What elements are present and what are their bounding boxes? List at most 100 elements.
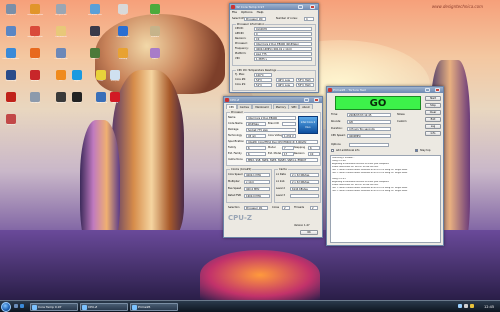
tab-mainboard[interactable]: Mainboard	[252, 104, 272, 109]
cpu-field-label: Ext. Family	[228, 152, 242, 155]
desktop-icon-windows-live[interactable]: Windows Live	[88, 4, 102, 16]
cpuz-window[interactable]: CPU-Z CPU Caches Mainboard Memory SPD About P…	[223, 96, 323, 238]
desktop-icon-filezilla[interactable]: FileZilla	[6, 92, 16, 104]
prime-field-value: 2008/07/03 12:45	[347, 113, 391, 117]
prime-clear-button[interactable]: Clear	[425, 110, 441, 115]
prime-info-button[interactable]: Info	[425, 131, 441, 136]
desktop-icon-acrobat[interactable]: Acrobat	[30, 70, 40, 82]
desktop-icon-label: Pictures	[151, 36, 159, 38]
close-button[interactable]	[435, 88, 440, 92]
select-cpu-dropdown[interactable]: Processor #0	[244, 17, 266, 21]
desktop-icon-shortcut[interactable]: Shortcut	[6, 114, 16, 126]
coretemp-title-bar[interactable]: 32 Core Temp 0.97	[230, 4, 318, 10]
prime-mode-label: Stress	[397, 113, 405, 116]
options-dropdown[interactable]	[349, 143, 389, 147]
desktop-icon-documents[interactable]: Documents	[55, 26, 67, 38]
tab-spd[interactable]: SPD	[288, 104, 300, 109]
desktop-icon-label: Media Player	[116, 36, 130, 38]
stay-top-checkbox[interactable]	[415, 149, 418, 152]
desktop-icon-vlc[interactable]: VLC	[56, 70, 66, 82]
desktop-icon-media-player[interactable]: Media Player	[117, 26, 129, 38]
menu-options[interactable]: Options	[241, 10, 253, 14]
start-button[interactable]	[1, 302, 11, 312]
close-button[interactable]	[310, 5, 315, 9]
go-status-banner: GO	[335, 96, 421, 110]
prime-exit-button[interactable]: Exit	[425, 117, 441, 122]
desktop-icon-network[interactable]: Network	[6, 26, 16, 38]
selection-dropdown[interactable]: Processor #1	[244, 206, 268, 210]
minimize-button[interactable]	[298, 5, 303, 9]
desktop-icon-terminal[interactable]: Terminal	[72, 92, 82, 104]
desktop-icon-opera[interactable]: Opera	[110, 92, 120, 104]
add-info-checkbox[interactable]	[331, 149, 334, 152]
menu-file[interactable]: File	[232, 10, 237, 14]
desktop-icon-utorrent[interactable]: uTorrent	[150, 4, 160, 16]
prime-log-button[interactable]: Log	[425, 124, 441, 129]
proc-info-label: APICID:	[235, 32, 245, 35]
processor-info-heading: Processor Information	[236, 23, 266, 26]
cpuz-ok-button[interactable]: OK	[300, 230, 318, 235]
prime95-title-bar[interactable]: Prime95 - Torture Test	[327, 87, 443, 93]
cpu-field-label: Stepping	[294, 146, 306, 149]
tab-cpu[interactable]: CPU	[226, 104, 238, 109]
prime95-title: Prime95 - Torture Test	[333, 88, 366, 92]
desktop-icon-label: Music	[152, 58, 158, 60]
desktop-icon-photoshop[interactable]: Photoshop	[6, 70, 16, 82]
desktop-icon-label: Shortcut	[6, 124, 16, 126]
desktop-icon-music[interactable]: Music	[150, 48, 160, 60]
desktop-icon-steam[interactable]: Steam	[90, 26, 100, 38]
volume-tray-icon[interactable]	[464, 304, 468, 308]
desktop-icon-google-chrome[interactable]: Google Chrome	[27, 26, 43, 38]
coretemp-window[interactable]: 32 Core Temp 0.97 File Options Help Select…	[229, 3, 319, 93]
desktop-icon-label: Steam	[91, 36, 99, 38]
desktop-icon-internet-explorer[interactable]: Internet Explorer	[3, 48, 19, 60]
network-tray-icon[interactable]	[458, 304, 462, 308]
cpu-field-value: Intel(R) Core(TM)2 Duo CPU E8400 @ 3.00G…	[246, 140, 318, 144]
desktop-icon-firefox[interactable]: Firefox	[30, 48, 40, 60]
quicklaunch-desktop-icon[interactable]	[14, 304, 18, 308]
desktop-icon-outlook-express[interactable]: Outlook Express	[27, 4, 43, 16]
taskbar-item-cpuz[interactable]: CPU-Z	[80, 303, 128, 311]
desktop-icon-games[interactable]: Games	[90, 48, 100, 60]
desktop-icon-skype[interactable]: Skype	[72, 70, 82, 82]
desktop-icon-pictures[interactable]: Pictures	[150, 26, 160, 38]
cpuz-title: CPU-Z	[230, 98, 240, 102]
prime95-log[interactable]: Launching 2 threads... Using CPU #0 Beginn…	[330, 155, 441, 243]
tab-caches[interactable]: Caches	[236, 104, 252, 109]
taskbar-item-coretemp[interactable]: Core Temp 0.97	[30, 303, 78, 311]
desktop-icon-recycle-bin[interactable]: Recycle Bin	[55, 4, 67, 16]
desktop-icon-calculator[interactable]: Calculator	[30, 92, 40, 104]
close-button[interactable]	[314, 98, 319, 102]
desktop-icon-winamp[interactable]: Winamp	[118, 48, 128, 60]
desktop-icon-office[interactable]: Office	[118, 4, 128, 16]
security-tray-icon[interactable]	[470, 304, 474, 308]
cpuz-title-bar[interactable]: CPU-Z	[224, 97, 322, 103]
threads-label: Threads	[294, 206, 305, 209]
prime95-window[interactable]: Prime95 - Torture Test GO Time: 2008/07/0…	[326, 86, 444, 246]
prime-stop-button[interactable]: Stop	[425, 103, 441, 108]
cores-label: Cores	[272, 206, 280, 209]
cpu-field-value: 7	[282, 146, 294, 150]
quicklaunch-ie-icon[interactable]	[20, 304, 24, 308]
cache-value: 6144 KBytes	[290, 187, 319, 191]
prime-start-button[interactable]: Start	[425, 96, 441, 101]
clock-label: Multiplier	[228, 180, 240, 183]
proc-info-value: 4000.14MHz (400.01 x 10.0)	[254, 47, 312, 51]
taskbar-item-prime95[interactable]: Prime95	[130, 303, 178, 311]
menu-help[interactable]: Help	[257, 10, 264, 14]
minimize-button[interactable]	[304, 98, 309, 102]
cache-value: 2 x 32 KBytes	[290, 173, 319, 177]
taskbar-clock[interactable]: 12:45	[484, 303, 494, 311]
desktop-icon-bittorrent[interactable]: BitTorrent	[56, 92, 66, 104]
desktop-icon-notepad[interactable]: Notepad	[110, 70, 120, 82]
prime-field-value: 4000MHz	[347, 134, 391, 138]
minimize-button[interactable]	[425, 88, 430, 92]
tab-about[interactable]: About	[299, 104, 313, 109]
desktop-icon-label: Outlook Express	[26, 14, 44, 16]
tab-memory[interactable]: Memory	[272, 104, 289, 109]
desktop-icon-control-panel[interactable]: Control Panel	[54, 48, 68, 60]
desktop-icon-thunderbird[interactable]: Thunderbird	[95, 92, 107, 104]
desktop-icon-computer[interactable]: Computer	[6, 4, 16, 16]
clock-value: 1600.0 MHz	[244, 194, 270, 198]
desktop-icon-paint[interactable]: Paint	[96, 70, 106, 82]
